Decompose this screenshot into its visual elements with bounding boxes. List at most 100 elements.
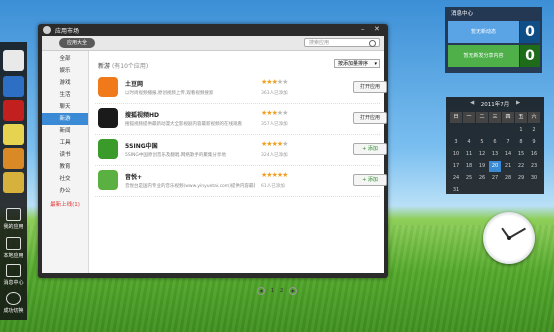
app-name[interactable]: 搜狐视频HD xyxy=(125,110,159,119)
calendar-day[interactable]: 24 xyxy=(450,173,462,184)
calendar-day[interactable]: 22 xyxy=(515,161,527,172)
calendar-day[interactable]: 28 xyxy=(502,173,514,184)
prev-page-icon[interactable]: ◀ xyxy=(257,287,265,295)
app-icon[interactable] xyxy=(98,139,118,159)
calendar-day[interactable]: 21 xyxy=(502,161,514,172)
dock-label-local-apps[interactable]: 本地应用 xyxy=(0,252,27,259)
calendar-day[interactable]: 25 xyxy=(463,173,475,184)
message-center-title: 消息中心 xyxy=(451,11,474,17)
calendar-day[interactable]: 17 xyxy=(450,161,462,172)
calendar-day[interactable]: 5 xyxy=(476,137,488,148)
calendar-day[interactable]: 23 xyxy=(528,161,540,172)
switch-icon[interactable] xyxy=(6,292,21,305)
next-page-icon[interactable]: ▶ xyxy=(289,287,298,295)
dock-label-my-apps[interactable]: 我的应用 xyxy=(0,223,27,230)
close-icon[interactable]: ✕ xyxy=(374,25,380,33)
calendar-day[interactable]: 16 xyxy=(528,149,540,160)
app-store-icon[interactable] xyxy=(3,76,24,97)
sidebar-item-entertainment[interactable]: 娱乐 xyxy=(42,65,88,77)
page-1[interactable]: 1 xyxy=(271,288,275,294)
sidebar-item-education[interactable]: 教育 xyxy=(42,161,88,173)
app-description: 搜狐视频提供最新动漫大全影视剧内容最新视频的在线观看 xyxy=(125,122,242,127)
calendar-day[interactable]: 4 xyxy=(463,137,475,148)
dock: 我的应用 本地应用 消息中心 成功切换 xyxy=(0,42,27,320)
app-row[interactable]: 音悦+ 音悦台是国内专业的音乐视频(www.yinyuetai.com)提供内容最… xyxy=(95,166,387,197)
local-apps-icon[interactable] xyxy=(6,237,21,250)
sidebar-item-tools[interactable]: 工具 xyxy=(42,137,88,149)
search-input[interactable]: 搜索应用 xyxy=(304,38,380,47)
app-description: 5SING中国原创音乐及翻唱,网络歌手的聚集分享地 xyxy=(125,153,226,158)
open-app-button[interactable]: 打开应用 xyxy=(353,112,387,124)
calendar-day[interactable]: 30 xyxy=(528,173,540,184)
all-apps-button[interactable]: 应用大全 xyxy=(59,38,95,48)
hongkong-icon[interactable] xyxy=(3,100,24,121)
app-icon[interactable] xyxy=(98,170,118,190)
folder-icon[interactable] xyxy=(3,124,24,145)
calendar-day[interactable]: 9 xyxy=(528,137,540,148)
sidebar-item-all[interactable]: 全部 xyxy=(42,53,88,65)
calendar-day[interactable]: 20 xyxy=(489,161,501,172)
app-name[interactable]: 土豆网 xyxy=(125,79,143,88)
app-add-count: 363人已添加 xyxy=(261,91,288,96)
sort-select[interactable]: 按添加量排序 ▾ xyxy=(334,59,380,68)
app-add-count: 61人已添加 xyxy=(261,184,285,189)
folder-alt-icon[interactable] xyxy=(3,172,24,193)
no-share-button[interactable]: 暂无新发分享内容 xyxy=(448,45,519,67)
calendar-day[interactable]: 3 xyxy=(450,137,462,148)
app-row[interactable]: 搜狐视频HD 搜狐视频提供最新动漫大全影视剧内容最新视频的在线观看 ★★★★★ 357… xyxy=(95,104,387,135)
avatar[interactable] xyxy=(3,50,24,71)
calendar-day[interactable]: 6 xyxy=(489,137,501,148)
sidebar-item-life[interactable]: 生活 xyxy=(42,89,88,101)
app-name[interactable]: 5SING中国 xyxy=(125,141,158,150)
sidebar-item-news[interactable]: 新闻 xyxy=(42,125,88,137)
calendar-day[interactable]: 27 xyxy=(489,173,501,184)
calendar-day[interactable]: 11 xyxy=(463,149,475,160)
search-icon[interactable] xyxy=(369,40,376,47)
calendar-day[interactable]: 1 xyxy=(515,125,527,136)
calendar-day[interactable]: 2 xyxy=(528,125,540,136)
calendar-day[interactable]: 19 xyxy=(476,161,488,172)
sidebar-item-new-games[interactable]: 新游 xyxy=(42,113,88,125)
dock-label-switch[interactable]: 成功切换 xyxy=(0,307,27,314)
calendar-day[interactable]: 18 xyxy=(463,161,475,172)
kettle-icon[interactable] xyxy=(3,148,24,169)
calendar-day[interactable]: 13 xyxy=(489,149,501,160)
minimize-icon[interactable]: – xyxy=(361,25,365,33)
no-news-button[interactable]: 暂无新动态 xyxy=(448,21,519,43)
weekday-label: 二 xyxy=(476,112,488,123)
sidebar-item-chat[interactable]: 聊天 xyxy=(42,101,88,113)
calendar-day[interactable]: 7 xyxy=(502,137,514,148)
sidebar-item-office[interactable]: 办公 xyxy=(42,185,88,197)
sort-label: 按添加量排序 xyxy=(338,61,369,67)
section-title-text: 新游 xyxy=(98,63,111,70)
sidebar-item-games[interactable]: 游戏 xyxy=(42,77,88,89)
my-apps-icon[interactable] xyxy=(6,208,21,221)
next-month-icon[interactable]: ▶ xyxy=(516,100,520,106)
app-name[interactable]: 音悦+ xyxy=(125,172,142,181)
calendar-day[interactable]: 10 xyxy=(450,149,462,160)
calendar-day[interactable]: 26 xyxy=(476,173,488,184)
add-app-button[interactable]: + 添加 xyxy=(353,174,387,186)
page-2[interactable]: 2 xyxy=(280,288,284,294)
calendar-day[interactable]: 15 xyxy=(515,149,527,160)
add-app-button[interactable]: + 添加 xyxy=(353,143,387,155)
app-row[interactable]: 土豆网 以时尚视频播报,原创视频上传,观看视频搜索 ★★★★★ 363人已添加 打开应用 xyxy=(95,73,387,104)
dock-label-message-center[interactable]: 消息中心 xyxy=(0,279,27,286)
sidebar-item-social[interactable]: 社交 xyxy=(42,173,88,185)
star-icon: ★ xyxy=(282,140,288,148)
app-icon[interactable] xyxy=(98,108,118,128)
open-app-button[interactable]: 打开应用 xyxy=(353,81,387,93)
calendar-day[interactable]: 14 xyxy=(502,149,514,160)
calendar-day[interactable]: 12 xyxy=(476,149,488,160)
message-center-icon[interactable] xyxy=(6,264,21,277)
calendar-day[interactable]: 31 xyxy=(450,185,462,196)
calendar-day[interactable]: 29 xyxy=(515,173,527,184)
app-icon[interactable] xyxy=(98,77,118,97)
calendar-day[interactable]: 8 xyxy=(515,137,527,148)
app-row[interactable]: 5SING中国 5SING中国原创音乐及翻唱,网络歌手的聚集分享地 ★★★★★ 324… xyxy=(95,135,387,166)
title-bar[interactable]: 应用市场 – ✕ xyxy=(38,24,388,36)
calendar-widget: ◀ 2011年7月 ▶ 日一二三四五六 1 2 3 4 5 6 7 8 9 10 11 12 13 14 15… xyxy=(446,97,544,194)
sidebar-item-latest[interactable]: 最新上线(1) xyxy=(42,199,88,211)
sidebar-item-reading[interactable]: 读书 xyxy=(42,149,88,161)
app-market-window: 应用市场 – ✕ 应用大全 搜索应用 全部 娱乐 游戏 生活 聊天 新游 新闻 … xyxy=(38,24,388,295)
